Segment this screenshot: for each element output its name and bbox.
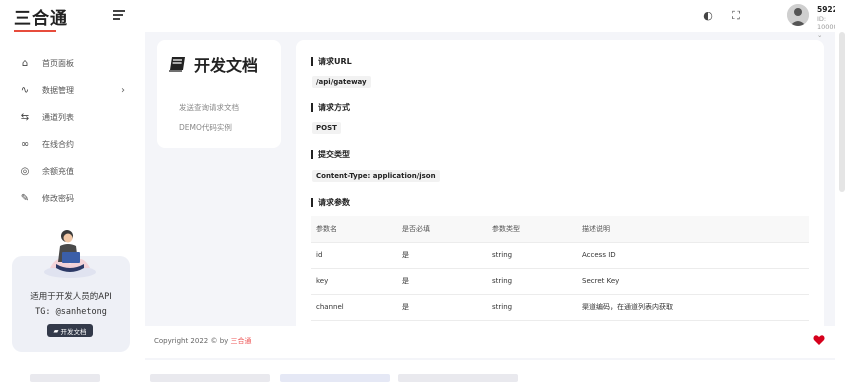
sidebar-item-data[interactable]: ∿ 数据管理 › [0,77,145,104]
table-row: id 是 string Access ID [311,242,809,269]
doc-link-demo[interactable]: DEMO代码实例 [179,122,232,133]
table-cell: 是 [397,268,487,295]
sidebar-item-label: 首页面板 [42,59,74,68]
table-cell: key [311,268,397,295]
sidebar-item-label: 数据管理 [42,86,74,95]
sidebar-item-label: 余额充值 [42,167,74,176]
chevron-right-icon: › [121,85,125,96]
table-cell: Access ID [577,242,809,269]
table-row: key 是 string Secret Key [311,268,809,295]
fullscreen-icon[interactable]: ⛶ [729,9,743,23]
table-header: 参数名 [311,216,397,243]
target-icon: ◎ [20,165,30,177]
table-cell: string [487,242,577,269]
table-cell: string [487,268,577,295]
bottom-strip [0,372,850,389]
sidebar-item-password[interactable]: ✎ 修改密码 [0,185,145,212]
promo-title: 适用于开发人员的API [30,292,112,302]
sidebar: 三合通 ⌂ 首页面板 ∿ 数据管理 › ⇆ 通道列表 ∞ 在线合约 ◎ 余额充值… [0,0,145,360]
doc-nav-title-text: 开发文档 [194,56,259,75]
table-cell: string [487,294,577,321]
strip-item [280,374,390,382]
section-title: 请求方式 [311,103,350,112]
home-icon: ⌂ [21,57,29,69]
content-card: 请求URL /api/gateway 请求方式 POST 提交类型 Conten… [296,40,824,330]
main-area: ◐ ⛶ 5922933 ID: 10000 ⌄ 开发文档 发送查询请求文档 DE… [145,0,850,360]
sidebar-item-label: 通道列表 [42,113,74,122]
section-title: 提交类型 [311,150,350,159]
route-icon: ⇆ [20,111,30,123]
sidebar-item-label: 在线合约 [42,140,74,149]
sidebar-item-contracts[interactable]: ∞ 在线合约 [0,131,145,158]
table-cell: 是 [397,294,487,321]
chart-icon: ∿ [20,84,30,96]
sidebar-item-dashboard[interactable]: ⌂ 首页面板 [0,50,145,77]
sidebar-item-recharge[interactable]: ◎ 余额充值 [0,158,145,185]
scrollbar[interactable] [835,0,850,360]
strip-item [398,374,518,382]
dev-docs-button-label: 开发文档 [60,327,87,336]
table-header: 是否必填 [397,216,487,243]
table-row: channel 是 string 渠道编码，在通道列表内获取 [311,294,809,321]
doc-link-query[interactable]: 发送查询请求文档 [179,102,239,113]
avatar[interactable] [787,4,809,26]
table-header: 参数类型 [487,216,577,243]
table-cell: channel [311,294,397,321]
table-cell: 是 [397,242,487,269]
request-method-value: POST [312,122,341,134]
copyright-text: Copyright 2022 © by [154,337,231,345]
heart-icon [813,335,825,345]
sidebar-item-label: 修改密码 [42,194,74,203]
doc-nav-title: 开发文档 [169,52,258,76]
pen-icon: ✎ [20,192,30,204]
logo-text: 三合通 [14,8,68,29]
theme-toggle-icon[interactable]: ◐ [701,9,715,23]
promo-telegram: TG: @sanhetong [35,307,107,317]
developer-illustration [44,230,96,278]
brand-link[interactable]: 三合通 [231,337,252,345]
table-header: 描述说明 [577,216,809,243]
book-icon [169,56,185,72]
params-table: 参数名 是否必填 参数类型 描述说明 id 是 string Access ID… [311,216,809,321]
table-cell: 渠道编码，在通道列表内获取 [577,294,809,321]
table-cell: Secret Key [577,268,809,295]
strip-item [30,374,100,382]
section-title: 请求URL [311,57,352,66]
logo[interactable]: 三合通 [14,4,68,32]
strip-item [150,374,270,382]
table-header-row: 参数名 是否必填 参数类型 描述说明 [311,216,809,243]
content-type-value: Content-Type: application/json [312,170,440,182]
table-cell: id [311,242,397,269]
sidebar-nav: ⌂ 首页面板 ∿ 数据管理 › ⇆ 通道列表 ∞ 在线合约 ◎ 余额充值 ✎ 修… [0,50,145,212]
copyright: Copyright 2022 © by 三合通 [154,336,252,346]
logo-underline [14,30,56,32]
link-icon: ∞ [20,138,30,150]
dev-docs-button[interactable]: ▰ 开发文档 [47,324,93,337]
footer: Copyright 2022 © by 三合通 [145,326,835,358]
doc-nav-card: 开发文档 发送查询请求文档 DEMO代码实例 [157,40,281,148]
scrollbar-thumb[interactable] [839,32,845,192]
sidebar-item-channels[interactable]: ⇆ 通道列表 [0,104,145,131]
menu-toggle-icon[interactable] [113,10,125,20]
section-title: 请求参数 [311,198,350,207]
request-url-value: /api/gateway [312,76,371,88]
top-bar: ◐ ⛶ 5922933 ID: 10000 ⌄ [145,0,850,39]
book-icon: ▰ [53,326,61,335]
